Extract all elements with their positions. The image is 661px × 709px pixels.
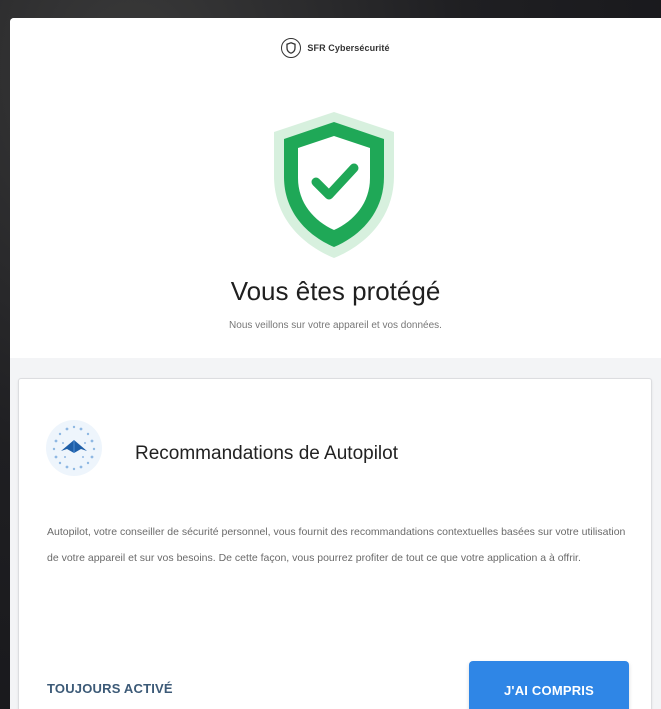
status-subtitle: Nous veillons sur votre appareil et vos … — [229, 320, 442, 331]
shield-check-icon — [274, 112, 394, 258]
status-title: Vous êtes protégé — [230, 276, 441, 306]
app-screen: SFR Cybersécurité Vous êtes protégé Nous… — [10, 18, 661, 709]
autopilot-icon — [46, 420, 102, 476]
protection-status-header: SFR Cybersécurité Vous êtes protégé Nous… — [10, 18, 661, 358]
brand-header: SFR Cybersécurité — [10, 38, 661, 58]
sfr-shield-logo-icon — [281, 38, 302, 58]
autopilot-card-description: Autopilot, votre conseiller de sécurité … — [47, 526, 626, 564]
always-on-label: TOUJOURS ACTIVÉ — [47, 681, 173, 696]
autopilot-card-title: Recommandations de Autopilot — [135, 443, 398, 464]
autopilot-card: Recommandations de Autopilot Autopilot, … — [18, 378, 652, 709]
brand-name: SFR Cybersécurité — [307, 43, 390, 53]
acknowledge-button[interactable]: J'AI COMPRIS — [469, 661, 629, 709]
